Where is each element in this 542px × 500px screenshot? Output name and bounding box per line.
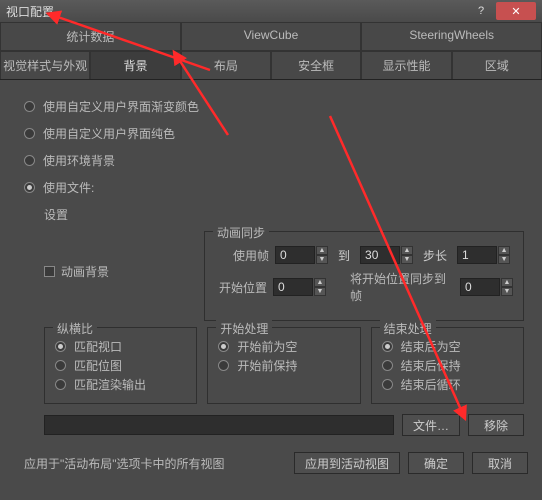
radio-solid[interactable]: 使用自定义用户界面纯色 (24, 125, 524, 142)
radio-icon (24, 155, 35, 166)
radio-label: 使用环境背景 (43, 152, 115, 169)
content-panel: 使用自定义用户界面渐变颜色 使用自定义用户界面纯色 使用环境背景 使用文件: 设… (0, 80, 542, 444)
settings-area: 设置 动画背景 动画同步 使用帧 ▲▼ 到 (44, 206, 524, 436)
end-proc-fieldset: 结束处理 结束后为空 结束后保持 结束后循环 (371, 327, 524, 404)
radio-file[interactable]: 使用文件: (24, 179, 524, 196)
spinner-btns[interactable]: ▲▼ (401, 246, 413, 264)
sync-start-spinner[interactable]: ▲▼ (460, 278, 513, 296)
checkbox-icon (44, 266, 55, 277)
tab-display-perf[interactable]: 显示性能 (361, 51, 451, 79)
radio-icon (55, 341, 66, 352)
to-input[interactable] (360, 246, 400, 264)
startpos-spinner[interactable]: ▲▼ (273, 278, 326, 296)
end-proc-opt3-label: 结束后循环 (401, 376, 461, 393)
cancel-button[interactable]: 取消 (472, 452, 528, 474)
tabs-top: 统计数据 ViewCube SteeringWheels (0, 22, 542, 51)
tab-stats[interactable]: 统计数据 (0, 22, 181, 50)
aspect-opt1-label: 匹配视口 (74, 338, 122, 355)
tabs-bottom: 视觉样式与外观 背景 布局 安全框 显示性能 区域 (0, 51, 542, 80)
tab-background[interactable]: 背景 (90, 51, 180, 79)
window-title: 视口配置 (6, 3, 466, 20)
radio-icon (55, 360, 66, 371)
radio-gradient[interactable]: 使用自定义用户界面渐变颜色 (24, 98, 524, 115)
use-frame-spinner[interactable]: ▲▼ (275, 246, 328, 264)
end-proc-opt1[interactable]: 结束后为空 (382, 338, 515, 355)
start-proc-fieldset: 开始处理 开始前为空 开始前保持 (207, 327, 360, 404)
aspect-opt2[interactable]: 匹配位图 (55, 357, 188, 374)
start-proc-opt2[interactable]: 开始前保持 (218, 357, 351, 374)
bottom-hint: 应用于"活动布局"选项卡中的所有视图 (14, 455, 286, 472)
end-proc-opt1-label: 结束后为空 (401, 338, 461, 355)
tab-visual-style[interactable]: 视觉样式与外观 (0, 51, 90, 79)
start-proc-legend: 开始处理 (216, 320, 272, 337)
aspect-opt1[interactable]: 匹配视口 (55, 338, 188, 355)
tab-safeframe[interactable]: 安全框 (271, 51, 361, 79)
tab-viewcube[interactable]: ViewCube (181, 22, 362, 50)
step-input[interactable] (457, 246, 497, 264)
anim-sync-fieldset: 动画同步 使用帧 ▲▼ 到 ▲▼ 步长 ▲▼ (204, 231, 524, 321)
radio-icon (382, 379, 393, 390)
aspect-opt3-label: 匹配渲染输出 (74, 376, 146, 393)
spinner-btns[interactable]: ▲▼ (498, 246, 510, 264)
remove-button[interactable]: 移除 (468, 414, 524, 436)
start-proc-opt1-label: 开始前为空 (237, 338, 297, 355)
settings-label: 设置 (44, 206, 524, 223)
radio-icon (55, 379, 66, 390)
sync-start-label: 将开始位置同步到帧 (350, 270, 454, 304)
radio-env[interactable]: 使用环境背景 (24, 152, 524, 169)
tab-steeringwheels[interactable]: SteeringWheels (361, 22, 542, 50)
radio-icon (382, 341, 393, 352)
to-spinner[interactable]: ▲▼ (360, 246, 413, 264)
radio-label: 使用文件: (43, 179, 94, 196)
radio-icon (24, 182, 35, 193)
spinner-btns[interactable]: ▲▼ (314, 278, 326, 296)
aspect-opt3[interactable]: 匹配渲染输出 (55, 376, 188, 393)
end-proc-opt2[interactable]: 结束后保持 (382, 357, 515, 374)
start-proc-opt2-label: 开始前保持 (237, 357, 297, 374)
step-label: 步长 (423, 247, 447, 264)
use-frame-label: 使用帧 (215, 247, 269, 264)
ok-button[interactable]: 确定 (408, 452, 464, 474)
bottom-bar: 应用于"活动布局"选项卡中的所有视图 应用到活动视图 确定 取消 (0, 444, 542, 480)
radio-label: 使用自定义用户界面纯色 (43, 125, 175, 142)
titlebar: 视口配置 ? ✕ (0, 0, 542, 22)
sync-start-input[interactable] (460, 278, 500, 296)
radio-icon (218, 360, 229, 371)
aspect-legend: 纵横比 (53, 320, 97, 337)
aspect-fieldset: 纵横比 匹配视口 匹配位图 匹配渲染输出 (44, 327, 197, 404)
file-path-input[interactable] (44, 415, 394, 435)
tab-region[interactable]: 区域 (452, 51, 542, 79)
anim-bg-label: 动画背景 (61, 263, 109, 280)
radio-icon (24, 128, 35, 139)
close-button[interactable]: ✕ (496, 2, 536, 20)
end-proc-legend: 结束处理 (380, 320, 436, 337)
apply-active-button[interactable]: 应用到活动视图 (294, 452, 400, 474)
help-button[interactable]: ? (468, 3, 494, 19)
end-proc-opt3[interactable]: 结束后循环 (382, 376, 515, 393)
use-frame-input[interactable] (275, 246, 315, 264)
spinner-btns[interactable]: ▲▼ (316, 246, 328, 264)
spinner-btns[interactable]: ▲▼ (501, 278, 513, 296)
aspect-opt2-label: 匹配位图 (74, 357, 122, 374)
radio-label: 使用自定义用户界面渐变颜色 (43, 98, 199, 115)
anim-bg-checkbox[interactable]: 动画背景 (44, 263, 204, 280)
start-proc-opt1[interactable]: 开始前为空 (218, 338, 351, 355)
file-button[interactable]: 文件… (402, 414, 460, 436)
step-spinner[interactable]: ▲▼ (457, 246, 510, 264)
to-label: 到 (338, 247, 350, 264)
anim-sync-legend: 动画同步 (213, 224, 269, 241)
tab-layout[interactable]: 布局 (181, 51, 271, 79)
radio-icon (218, 341, 229, 352)
startpos-label: 开始位置 (215, 279, 267, 296)
radio-icon (382, 360, 393, 371)
end-proc-opt2-label: 结束后保持 (401, 357, 461, 374)
radio-icon (24, 101, 35, 112)
startpos-input[interactable] (273, 278, 313, 296)
